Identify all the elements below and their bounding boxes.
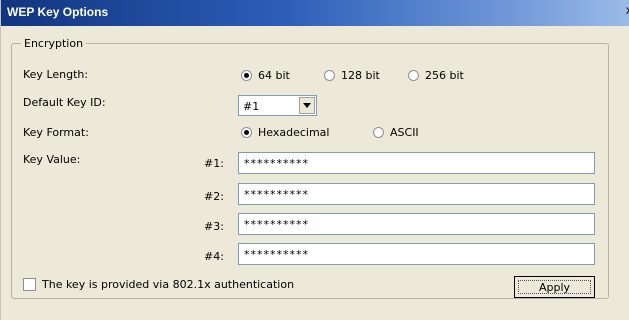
- key-2-input[interactable]: **********: [238, 183, 595, 205]
- key-value-label: Key Value:: [23, 153, 81, 166]
- key-4-input[interactable]: **********: [238, 243, 595, 265]
- default-key-id-value: #1: [243, 100, 260, 113]
- key-2-value: **********: [244, 188, 309, 201]
- title-bar[interactable]: WEP Key Options x: [1, 0, 629, 26]
- radio-128-bit-label[interactable]: 128 bit: [341, 69, 380, 82]
- chevron-down-icon[interactable]: [299, 97, 315, 114]
- wep-key-options-window: WEP Key Options x Encryption Key Length:…: [0, 0, 629, 320]
- radio-hexadecimal[interactable]: [241, 127, 252, 138]
- radio-64-bit-label[interactable]: 64 bit: [258, 69, 290, 82]
- key-1-value: **********: [244, 157, 309, 170]
- key-1-label: #1:: [204, 157, 224, 170]
- key-1-input[interactable]: **********: [238, 152, 595, 174]
- key-3-input[interactable]: **********: [238, 213, 595, 235]
- default-key-id-select[interactable]: #1: [238, 95, 317, 116]
- key-4-label: #4:: [204, 250, 224, 263]
- radio-ascii-label[interactable]: ASCII: [390, 126, 419, 139]
- key-3-value: **********: [244, 218, 309, 231]
- key-2-label: #2:: [204, 190, 224, 203]
- apply-button-label: Apply: [538, 281, 571, 294]
- default-key-id-label: Default Key ID:: [23, 96, 106, 109]
- 802-1x-auth-checkbox[interactable]: [23, 278, 36, 291]
- radio-64-bit[interactable]: [241, 70, 252, 81]
- apply-button[interactable]: Apply: [514, 276, 595, 298]
- 802-1x-auth-label[interactable]: The key is provided via 802.1x authentic…: [42, 278, 294, 291]
- key-length-label: Key Length:: [23, 68, 89, 81]
- key-3-label: #3:: [204, 220, 224, 233]
- key-format-label: Key Format:: [23, 126, 89, 139]
- window-title: WEP Key Options: [7, 5, 109, 19]
- encryption-legend: Encryption: [24, 37, 84, 50]
- radio-ascii[interactable]: [373, 127, 384, 138]
- radio-128-bit[interactable]: [324, 70, 335, 81]
- radio-256-bit-label[interactable]: 256 bit: [425, 69, 464, 82]
- radio-256-bit[interactable]: [408, 70, 419, 81]
- radio-hexadecimal-label[interactable]: Hexadecimal: [258, 126, 329, 139]
- key-4-value: **********: [244, 248, 309, 261]
